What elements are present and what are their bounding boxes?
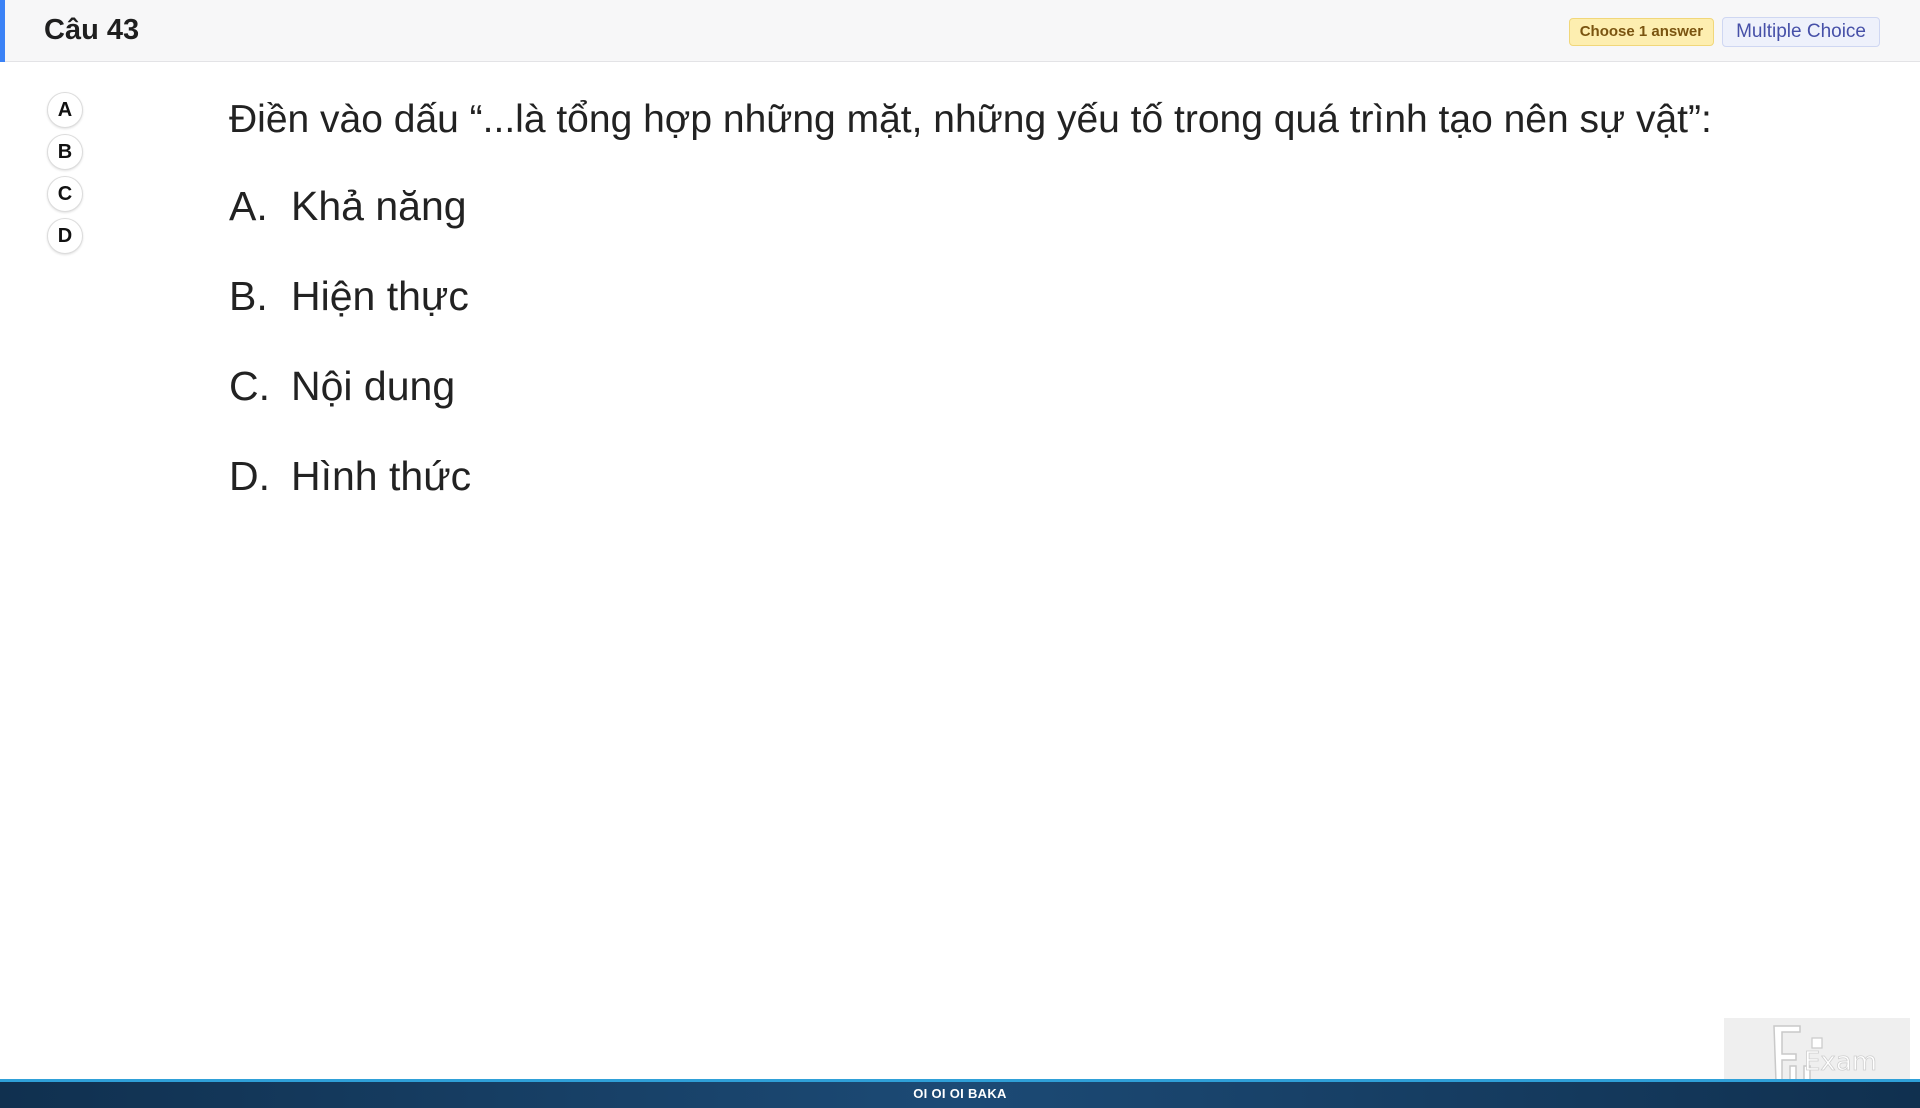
- question-number-title: Câu 43: [44, 14, 140, 46]
- option-d: D. Hình thức: [229, 451, 1712, 501]
- option-text: Khả năng: [291, 183, 467, 229]
- exam-page: Câu 43 Choose 1 answer Multiple Choice A…: [0, 0, 1920, 1108]
- footer-text: OI OI OI BAKA: [913, 1086, 1007, 1101]
- question-text: Điền vào dấu “...là tổng hợp những mặt, …: [229, 98, 1712, 141]
- option-text: Hiện thực: [291, 273, 469, 319]
- option-c: C. Nội dung: [229, 361, 1712, 411]
- question-type-badge: Multiple Choice: [1722, 17, 1880, 47]
- logo-text: Exam: [1804, 1047, 1877, 1077]
- choice-button-c[interactable]: C: [47, 176, 83, 212]
- option-text: Hình thức: [291, 453, 472, 499]
- option-letter: B.: [229, 273, 268, 319]
- choice-button-d[interactable]: D: [47, 218, 83, 254]
- question-content: Điền vào dấu “...là tổng hợp những mặt, …: [229, 95, 1712, 541]
- option-letter: C.: [229, 363, 270, 409]
- answer-selector: A B C D: [47, 92, 83, 254]
- option-text: Nội dung: [291, 363, 456, 409]
- option-b: B. Hiện thực: [229, 271, 1712, 321]
- question-header: Câu 43 Choose 1 answer Multiple Choice: [0, 0, 1920, 62]
- question-badges: Choose 1 answer Multiple Choice: [1568, 17, 1880, 47]
- option-letter: D.: [229, 453, 270, 499]
- footer-bar: OI OI OI BAKA: [0, 1079, 1920, 1108]
- option-letter: A.: [229, 183, 268, 229]
- header-accent-bar: [0, 0, 5, 62]
- choice-button-b[interactable]: B: [47, 134, 83, 170]
- choose-one-answer-badge: Choose 1 answer: [1568, 18, 1715, 46]
- choice-button-a[interactable]: A: [47, 92, 83, 128]
- option-a: A. Khả năng: [229, 181, 1712, 231]
